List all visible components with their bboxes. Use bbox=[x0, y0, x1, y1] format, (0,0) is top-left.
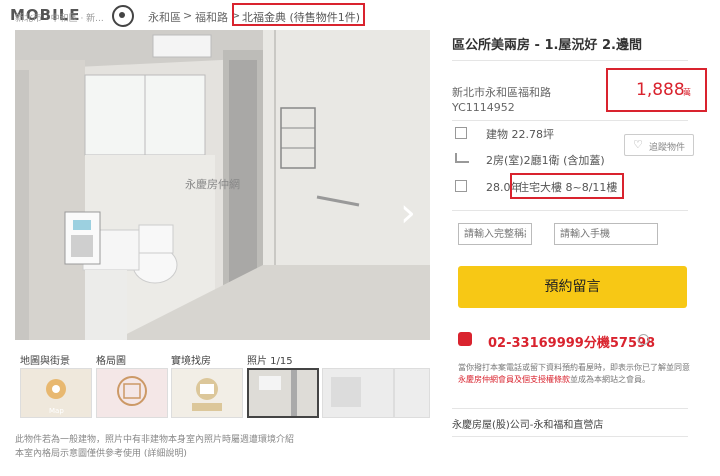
highlight-box-type bbox=[510, 173, 624, 199]
listing-price: 1,888 bbox=[636, 80, 685, 100]
highlight-box-breadcrumb bbox=[232, 3, 365, 26]
bed-icon bbox=[455, 153, 469, 163]
mobile-input[interactable] bbox=[554, 223, 658, 245]
listing-address: 新北市永和區福和路 bbox=[452, 86, 551, 99]
thumbnail-floorplan[interactable] bbox=[96, 368, 168, 418]
price-unit: 萬 bbox=[683, 88, 691, 97]
vr-camera-icon bbox=[192, 378, 222, 411]
map-pin-icon: Map bbox=[46, 379, 66, 415]
breadcrumb-hidden: 新北市 · 中和區 · 新... bbox=[15, 14, 104, 24]
divider bbox=[452, 60, 688, 61]
map-label: Map bbox=[49, 407, 64, 415]
divider bbox=[452, 408, 688, 409]
floorplan-icon bbox=[117, 376, 147, 406]
track-listing-button[interactable]: ♡ 追蹤物件 bbox=[624, 134, 694, 156]
thumbnail-photo-2[interactable] bbox=[322, 368, 394, 418]
breadcrumb-road[interactable]: 福和路 bbox=[195, 9, 228, 25]
thumbnail-photo-3[interactable] bbox=[394, 368, 430, 418]
name-input[interactable] bbox=[458, 223, 532, 245]
document-icon bbox=[455, 180, 467, 192]
branch-name[interactable]: 永慶房屋(股)公司-永和福和直營店 bbox=[452, 416, 603, 431]
tab-map[interactable]: 地圖與街景 bbox=[20, 352, 70, 367]
track-listing-label: 追蹤物件 bbox=[649, 143, 686, 153]
gallery-tabs: 地圖與街景 格局圖 實境找房 照片 1/15 bbox=[15, 350, 435, 367]
next-photo-arrow-icon[interactable]: › bbox=[400, 190, 416, 236]
listing-code: YC1114952 bbox=[452, 101, 515, 114]
photo-thumb-image bbox=[323, 369, 393, 417]
thumbnail-photo-1[interactable] bbox=[247, 368, 319, 418]
area-icon bbox=[455, 127, 467, 139]
main-photo[interactable]: 永慶房仲網 › bbox=[15, 30, 430, 340]
terms-link[interactable]: 永慶房仲網會員及個支授權條款 bbox=[458, 375, 570, 384]
footnote-floorplan: 本室內格局示意圖僅供參考使用 (詳細說明) bbox=[15, 449, 187, 459]
book-viewing-button[interactable]: 預約留言 bbox=[458, 266, 687, 308]
divider bbox=[452, 436, 688, 437]
contact-phone[interactable]: 02-33169999分機57598 bbox=[488, 332, 655, 351]
listing-layout: 2房(室)2廳1衛 (含加蓋) bbox=[486, 154, 605, 167]
breadcrumb-separator: > bbox=[183, 9, 193, 22]
phone-icon bbox=[458, 332, 472, 346]
contact-disclaimer: 當你撥打本案電話或留下資料預約看屋時，即表示你已了解並同意永慶房仲網會員及個支授… bbox=[458, 362, 690, 386]
listing-area: 建物 22.78坪 bbox=[486, 128, 554, 141]
disclaimer-text: 當你撥打本案電話或留下資料預約看屋時，即表示你已了解並同意 bbox=[458, 363, 690, 372]
tab-photos[interactable]: 照片 1/15 bbox=[247, 352, 293, 367]
tab-vr-tour[interactable]: 實境找房 bbox=[171, 352, 211, 367]
photo-watermark: 永慶房仲網 bbox=[185, 177, 240, 191]
thumbnail-vr[interactable] bbox=[171, 368, 243, 418]
listing-title: 區公所美兩房 - 1.屋況好 2.邊間 bbox=[452, 38, 642, 53]
disclaimer-text-end: 並成為本網站之會員。 bbox=[570, 375, 650, 384]
bathroom-photo-illustration: 永慶房仲網 bbox=[15, 30, 430, 340]
site-header: MOBILE 新北市 · 中和區 · 新... 永和區 > 福和路 > 北福金典… bbox=[0, 0, 720, 30]
divider bbox=[452, 120, 688, 121]
photo-thumb-image bbox=[249, 370, 317, 416]
divider bbox=[452, 210, 688, 211]
tab-floorplan[interactable]: 格局圖 bbox=[96, 352, 126, 367]
logo-dot-icon bbox=[119, 12, 125, 18]
thumbnail-map[interactable]: Map bbox=[20, 368, 92, 418]
breadcrumb-area[interactable]: 永和區 bbox=[148, 9, 181, 25]
footnote-photos: 此物件若為一般建物，照片中有非建物本身室內照片時屬週遭環境介紹 bbox=[15, 435, 295, 445]
info-icon[interactable] bbox=[638, 334, 649, 345]
heart-icon: ♡ bbox=[633, 138, 643, 151]
